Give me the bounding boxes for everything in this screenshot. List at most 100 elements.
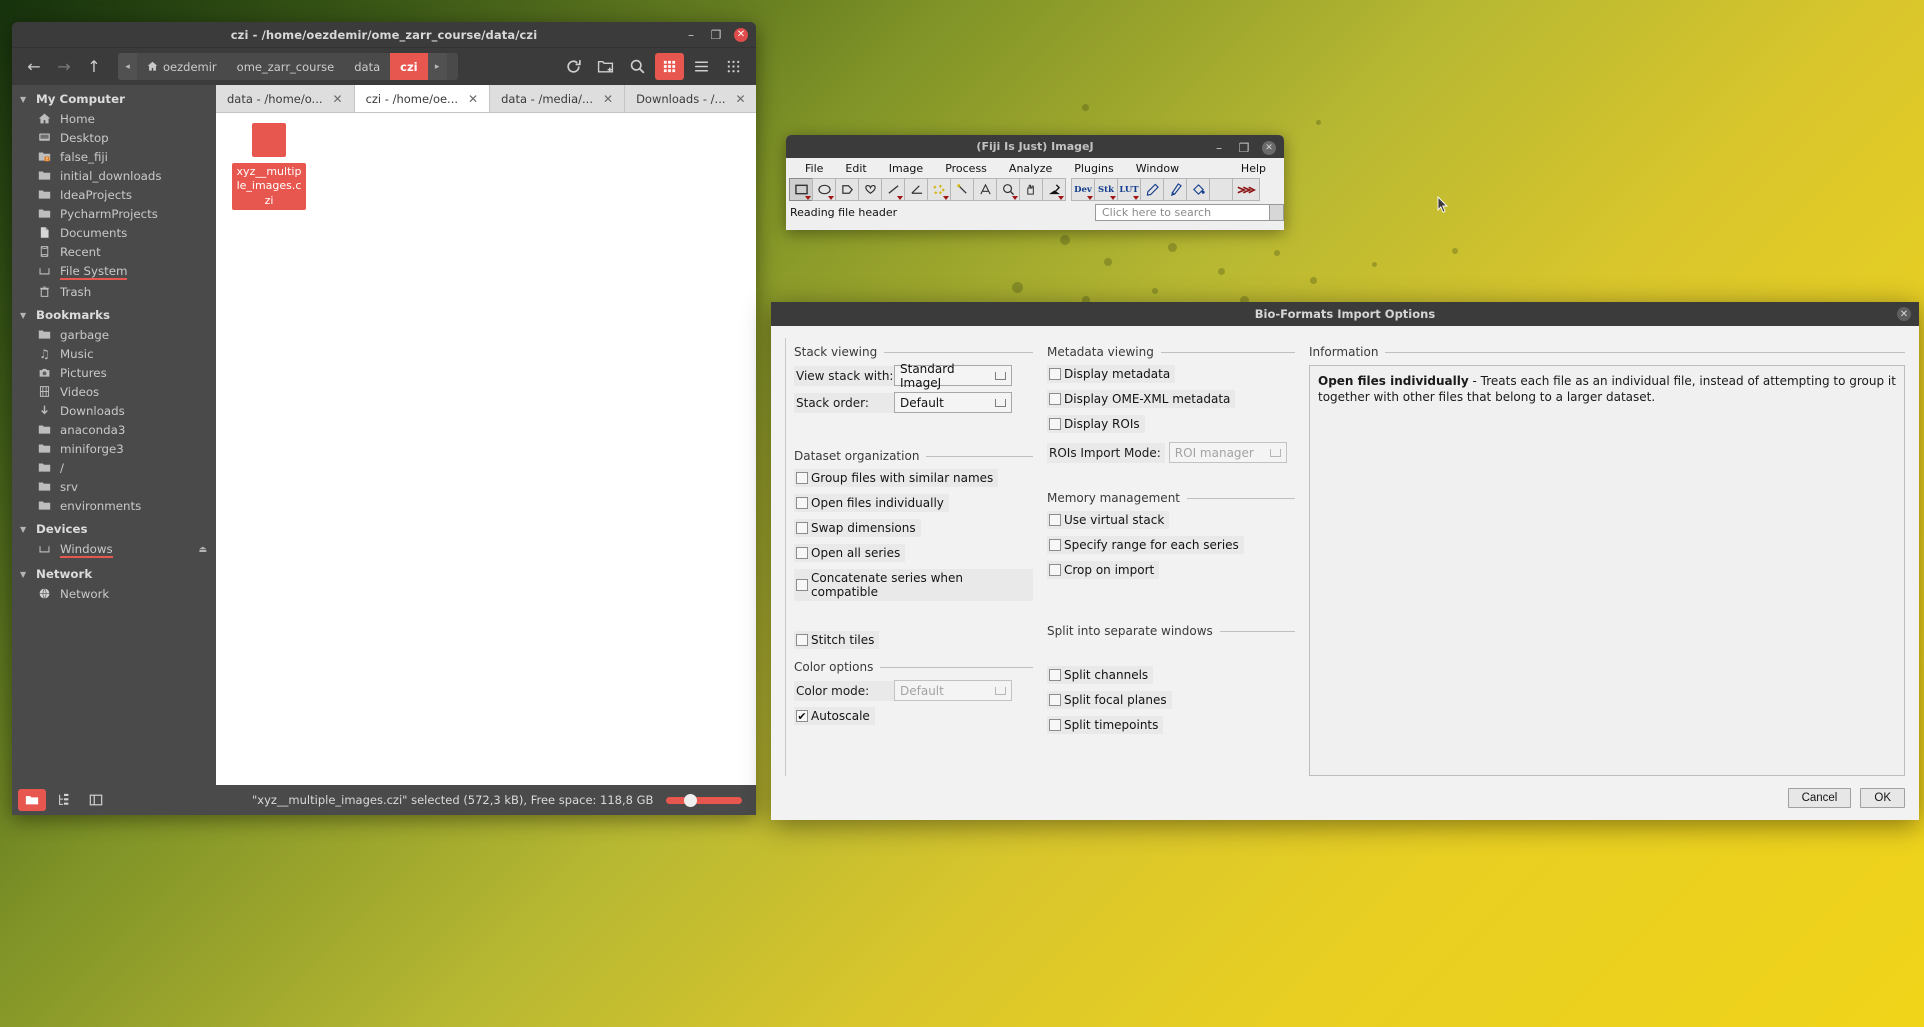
checkbox-display-metadata[interactable]: Display metadata (1047, 365, 1176, 383)
close-icon[interactable]: ✕ (603, 92, 613, 106)
breadcrumb-scroll-right[interactable]: ▸ (427, 53, 447, 80)
sidebar-item-file-system[interactable]: File System (12, 261, 216, 282)
view-stack-with-select[interactable]: Standard ImageJ (894, 362, 1012, 390)
menu-process[interactable]: Process (934, 162, 998, 175)
file-item-czi[interactable]: xyz__multiple_images.czi (232, 123, 306, 210)
sidebar-item-initial-downloads[interactable]: initial_downloads (12, 166, 216, 185)
sidebar-item-desktop[interactable]: Desktop (12, 128, 216, 147)
text-tool[interactable] (973, 178, 997, 201)
minimize-icon[interactable]: – (1212, 141, 1226, 155)
checkbox-crop-on-import[interactable]: Crop on import (1047, 561, 1160, 579)
menu-help[interactable]: Help (1241, 162, 1276, 175)
menu-edit[interactable]: Edit (834, 162, 877, 175)
oval-tool[interactable] (812, 178, 836, 201)
sidebar-item-garbage[interactable]: garbage (12, 325, 216, 344)
sidebar-group-network[interactable]: ▼ Network (12, 564, 216, 584)
close-icon[interactable]: ✕ (736, 92, 746, 106)
up-button[interactable]: ↑ (80, 54, 108, 80)
stk-tool[interactable]: Stk (1094, 178, 1118, 201)
checkbox-group-files-similar-names[interactable]: Group files with similar names (794, 469, 999, 487)
sidebar-item-pictures[interactable]: Pictures (12, 363, 216, 382)
rois-import-mode-select[interactable]: ROI manager (1168, 442, 1287, 463)
checkbox-concatenate-series[interactable]: Concatenate series when compatible (794, 569, 1033, 601)
maximize-icon[interactable]: ❐ (709, 28, 723, 42)
breadcrumb-item-ome-zarr-course[interactable]: ome_zarr_course (227, 53, 345, 80)
stack-order-select[interactable]: Default (894, 392, 1012, 413)
tree-view-icon[interactable] (50, 789, 78, 811)
line-tool[interactable] (881, 178, 905, 201)
ok-button[interactable]: OK (1860, 788, 1905, 808)
folder-view-icon[interactable] (18, 789, 46, 811)
wand-tool[interactable] (950, 178, 974, 201)
hand-tool[interactable] (1019, 178, 1043, 201)
tab-data-home[interactable]: data - /home/o... ✕ (216, 85, 355, 112)
magnifier-tool[interactable] (996, 178, 1020, 201)
lut-tool[interactable]: LUT (1117, 178, 1141, 201)
sidebar-item-recent[interactable]: Recent (12, 242, 216, 261)
menu-file[interactable]: File (794, 162, 834, 175)
pencil-tool[interactable] (1140, 178, 1164, 201)
checkbox-open-files-individually[interactable]: Open files individually (794, 494, 949, 512)
reload-icon[interactable] (559, 53, 588, 80)
sidebar-item-documents[interactable]: Documents (12, 223, 216, 242)
checkbox-split-channels[interactable]: Split channels (1047, 666, 1154, 684)
menu-icon[interactable] (687, 53, 716, 80)
menu-plugins[interactable]: Plugins (1063, 162, 1124, 175)
tab-data-media[interactable]: data - /media/... ✕ (490, 85, 626, 112)
breadcrumb-item-czi[interactable]: czi (390, 53, 428, 80)
sidebar-item-environments[interactable]: environments (12, 496, 216, 515)
imagej-search-input[interactable]: Click here to search (1095, 203, 1270, 221)
close-icon[interactable]: ✕ (468, 92, 478, 106)
rectangle-tool[interactable] (789, 178, 813, 201)
sidebar-item-trash[interactable]: Trash (12, 282, 216, 301)
sidebar-item-downloads[interactable]: Downloads (12, 401, 216, 420)
close-icon[interactable]: ✕ (1262, 141, 1276, 155)
tab-czi-home[interactable]: czi - /home/oe... ✕ (354, 85, 491, 112)
freehand-tool[interactable] (858, 178, 882, 201)
sidebar-group-devices[interactable]: ▼ Devices (12, 519, 216, 539)
sidebar-item-ideaprojects[interactable]: IdeaProjects (12, 185, 216, 204)
polygon-tool[interactable] (835, 178, 859, 201)
brush-tool[interactable] (1163, 178, 1187, 201)
sidebar-group-bookmarks[interactable]: ▼ Bookmarks (12, 305, 216, 325)
eject-icon[interactable]: ⏏ (198, 545, 207, 555)
split-view-icon[interactable] (82, 789, 110, 811)
apps-icon[interactable] (719, 53, 748, 80)
search-icon[interactable] (623, 53, 652, 80)
checkbox-display-rois[interactable]: Display ROIs (1047, 415, 1145, 433)
sidebar-item-music[interactable]: ♫ Music (12, 344, 216, 363)
breadcrumb-item-data[interactable]: data (344, 53, 390, 80)
zoom-slider-handle[interactable] (684, 793, 697, 807)
breadcrumb-scroll-left[interactable]: ◂ (118, 53, 137, 80)
sidebar-item-miniforge3[interactable]: miniforge3 (12, 439, 216, 458)
sidebar-item-false-fiji[interactable]: false_fiji (12, 147, 216, 166)
angle-tool[interactable] (904, 178, 928, 201)
sidebar-item-root[interactable]: / (12, 458, 216, 477)
sidebar-group-my-computer[interactable]: ▼ My Computer (12, 89, 216, 109)
sidebar-item-videos[interactable]: Videos (12, 382, 216, 401)
minimize-icon[interactable]: – (684, 28, 698, 42)
fill-tool[interactable] (1186, 178, 1210, 201)
sidebar-item-pycharmprojects[interactable]: PycharmProjects (12, 204, 216, 223)
menu-window[interactable]: Window (1125, 162, 1190, 175)
checkbox-stitch-tiles[interactable]: Stitch tiles (794, 631, 880, 649)
tab-downloads[interactable]: Downloads - /... ✕ (625, 85, 756, 112)
menu-analyze[interactable]: Analyze (998, 162, 1063, 175)
maximize-icon[interactable]: ❐ (1237, 141, 1251, 155)
point-tool[interactable] (927, 178, 951, 201)
checkbox-specify-range-each-series[interactable]: Specify range for each series (1047, 536, 1244, 554)
more-tools-arrow-icon[interactable] (1232, 178, 1260, 201)
back-button[interactable]: ← (20, 54, 48, 80)
checkbox-swap-dimensions[interactable]: Swap dimensions (794, 519, 921, 537)
sidebar-item-anaconda3[interactable]: anaconda3 (12, 420, 216, 439)
checkbox-split-timepoints[interactable]: Split timepoints (1047, 716, 1164, 734)
sidebar-item-home[interactable]: Home (12, 109, 216, 128)
checkbox-display-ome-xml-metadata[interactable]: Display OME-XML metadata (1047, 390, 1236, 408)
breadcrumb-item-oezdemir[interactable]: oezdemir (137, 53, 227, 80)
checkbox-use-virtual-stack[interactable]: Use virtual stack (1047, 511, 1170, 529)
close-icon[interactable]: ✕ (1897, 307, 1911, 321)
close-icon[interactable]: ✕ (734, 28, 748, 42)
sidebar-item-network[interactable]: Network (12, 584, 216, 603)
resize-grip[interactable] (1270, 203, 1284, 221)
checkbox-split-focal-planes[interactable]: Split focal planes (1047, 691, 1172, 709)
